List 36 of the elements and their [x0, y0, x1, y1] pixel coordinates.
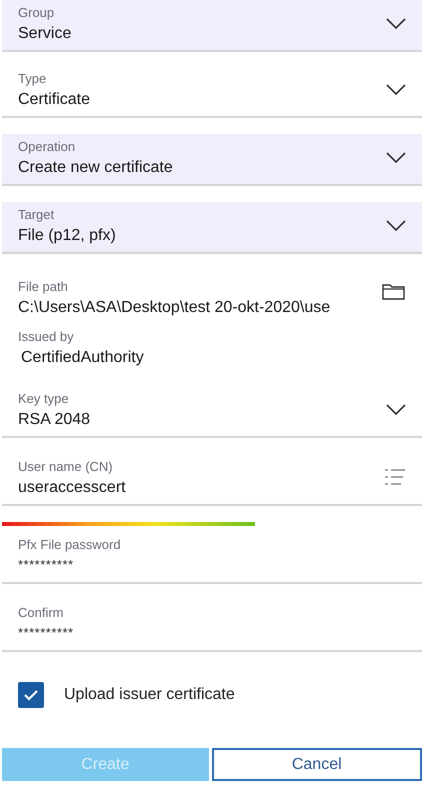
chevron-down-icon[interactable]: [386, 152, 406, 162]
chevron-down-icon[interactable]: [386, 18, 406, 28]
field-label: Pfx File password: [18, 536, 122, 554]
checkbox[interactable]: [18, 682, 44, 708]
dropdown-field[interactable]: Key type RSA 2048: [2, 386, 422, 438]
field-label: File path: [18, 278, 69, 296]
input-field[interactable]: C:\Users\ASA\Desktop\test 20-okt-2020\use: [18, 296, 378, 320]
field-label: Group: [18, 4, 56, 22]
field-label: Confirm: [18, 604, 65, 622]
selected-value: Create new certificate: [18, 158, 174, 178]
selected-value: Certificate: [18, 90, 92, 110]
field-label: Type: [18, 70, 48, 88]
field-label: Issued by: [18, 328, 75, 346]
input-field[interactable]: useraccesscert: [18, 476, 384, 500]
dropdown-field[interactable]: Operation Create new certificate: [2, 134, 422, 186]
selected-value: File (p12, pfx): [18, 226, 117, 246]
dropdown-field[interactable]: Type Certificate: [2, 66, 422, 118]
field-label: Key type: [18, 390, 70, 408]
selected-value: Service: [18, 24, 72, 44]
chevron-down-icon[interactable]: [386, 404, 406, 414]
folder-icon[interactable]: [382, 284, 406, 300]
list-icon[interactable]: [384, 468, 406, 486]
checkbox-label: Upload issuer certificate: [64, 685, 235, 705]
chevron-down-icon[interactable]: [386, 220, 406, 230]
selected-value: RSA 2048: [18, 410, 92, 430]
dropdown-field[interactable]: Target File (p12, pfx): [2, 202, 422, 254]
field-label: Operation: [18, 138, 76, 156]
dropdown-field[interactable]: Group Service: [2, 0, 422, 52]
field-label: User name (CN): [18, 458, 114, 476]
checkmark-icon: [23, 689, 39, 701]
field-label: Target: [18, 206, 56, 224]
cancel-button[interactable]: Cancel: [212, 748, 422, 781]
field-value: CertifiedAuthority: [20, 348, 145, 368]
input-field[interactable]: **********: [18, 622, 406, 644]
input-field[interactable]: **********: [18, 554, 406, 576]
chevron-down-icon[interactable]: [386, 84, 406, 94]
